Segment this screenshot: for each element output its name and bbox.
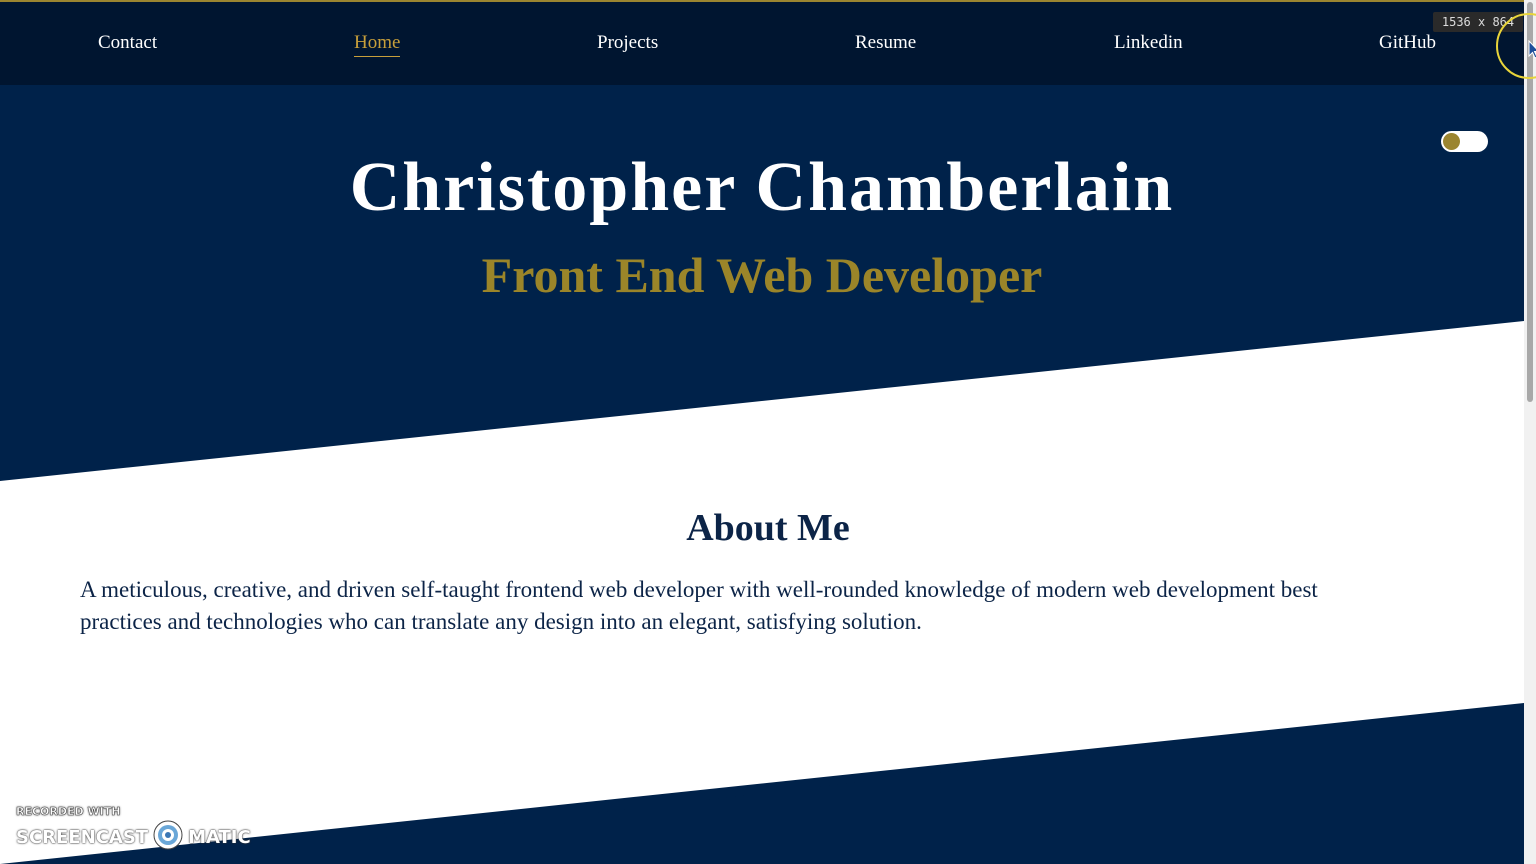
- watermark-brand-left: SCREENCAST: [16, 827, 149, 848]
- toggle-knob-icon: [1443, 133, 1460, 150]
- watermark-brand-right: MATIC: [188, 827, 251, 848]
- nav-link-resume[interactable]: Resume: [855, 32, 916, 54]
- vertical-scrollbar[interactable]: [1524, 0, 1536, 864]
- main-navigation: Contact Home Projects Resume Linkedin Gi…: [0, 2, 1524, 85]
- hero-name: Christopher Chamberlain: [349, 149, 1175, 226]
- mouse-cursor-icon: [1528, 40, 1536, 59]
- next-section-band-fill: [160, 704, 1524, 864]
- nav-link-home[interactable]: Home: [354, 32, 401, 57]
- watermark-recorded-with: RECORDED WITH: [16, 805, 121, 819]
- watermark-brand: SCREENCAST MATIC: [16, 820, 251, 851]
- nav-link-projects[interactable]: Projects: [597, 32, 658, 54]
- about-text: A meticulous, creative, and driven self-…: [80, 577, 1318, 634]
- nav-link-contact[interactable]: Contact: [98, 32, 157, 54]
- about-title: About Me: [686, 507, 850, 549]
- nav-link-linkedin[interactable]: Linkedin: [1114, 32, 1183, 54]
- screencast-watermark: RECORDED WITH SCREENCAST MATIC: [16, 805, 251, 855]
- theme-toggle[interactable]: [1441, 131, 1488, 152]
- nav-link-github[interactable]: GitHub: [1379, 32, 1436, 54]
- screencast-logo-icon: [153, 820, 183, 850]
- hero-role: Front End Web Developer: [481, 247, 1043, 303]
